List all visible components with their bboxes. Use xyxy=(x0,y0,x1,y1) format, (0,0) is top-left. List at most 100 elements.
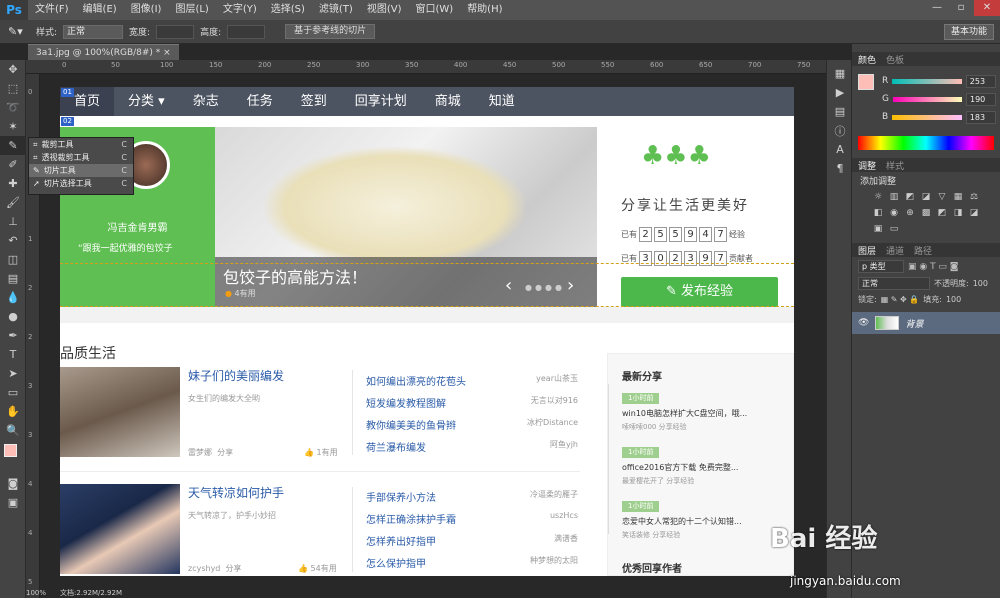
slice-tool-icon[interactable]: ✎▾ xyxy=(8,25,30,38)
gradient-map-icon[interactable]: ▭ xyxy=(888,223,900,235)
article-image[interactable] xyxy=(60,484,180,574)
foreground-color-swatch[interactable] xyxy=(4,444,17,457)
blur-tool-icon[interactable]: 💧 xyxy=(0,288,26,307)
related-link[interactable]: 荷兰瀑布编发 阿鱼yjh xyxy=(366,439,578,461)
minimize-button[interactable]: — xyxy=(926,0,948,16)
menu-window[interactable]: 窗口(W) xyxy=(408,0,460,20)
hero-image[interactable]: 包饺子的高能方法！ ● 4有用 ‹ ●●●● › xyxy=(215,127,597,307)
horizontal-ruler[interactable]: 0 50 100 150 200 250 300 350 400 450 500 550 600 650 7… xyxy=(26,60,826,74)
tab-styles[interactable]: 样式 xyxy=(886,159,904,172)
nav-magazine[interactable]: 杂志 xyxy=(179,87,233,116)
nav-task[interactable]: 任务 xyxy=(233,87,287,116)
slider-g[interactable]: G 190 xyxy=(878,90,996,108)
move-tool-icon[interactable]: ✥ xyxy=(0,60,26,79)
channel-value[interactable]: 183 xyxy=(965,110,996,124)
magic-wand-tool-icon[interactable]: ✶ xyxy=(0,117,26,136)
latest-item[interactable]: 1小时前 office2016官方下载 免费完整... 最爱樱花开了 分享经验 xyxy=(622,446,787,486)
properties-panel-icon[interactable]: ▤ xyxy=(827,102,853,121)
fill-value[interactable]: 100 xyxy=(946,295,961,304)
stamp-tool-icon[interactable]: ⊥ xyxy=(0,212,26,231)
character-panel-icon[interactable]: A xyxy=(827,140,853,159)
history-panel-icon[interactable]: ▦ xyxy=(827,64,853,83)
link-title[interactable]: 如何编出漂亮的花苞头 xyxy=(366,373,466,395)
info-panel-icon[interactable]: ⓘ xyxy=(827,121,853,140)
actions-panel-icon[interactable]: ▶ xyxy=(827,83,853,102)
related-link[interactable]: 教你编美美的鱼骨辫 冰柠Distance xyxy=(366,417,578,439)
latest-item-title[interactable]: office2016官方下载 免费完整... xyxy=(622,462,787,473)
related-link[interactable]: 怎样养出好指甲 满谱香 xyxy=(366,533,578,555)
width-input[interactable] xyxy=(156,24,195,39)
layer-row[interactable]: 👁 背景 xyxy=(852,312,1000,334)
slice-tool-icon[interactable]: ✎ xyxy=(0,136,26,155)
document-tab[interactable]: 3a1.jpg @ 100%(RGB/8#) * × xyxy=(28,44,179,60)
link-title[interactable]: 怎样正确涂抹护手霜 xyxy=(366,511,456,533)
healing-tool-icon[interactable]: ✚ xyxy=(0,174,26,193)
vibrance-icon[interactable]: ▽ xyxy=(936,191,948,203)
slider-track[interactable] xyxy=(892,114,962,120)
flyout-crop-tool[interactable]: ⌗ 裁剪工具 C xyxy=(29,138,133,151)
next-arrow-icon[interactable]: › xyxy=(567,275,574,296)
visibility-eye-icon[interactable]: 👁 xyxy=(858,318,869,328)
color-spectrum[interactable] xyxy=(858,136,994,150)
nav-mall[interactable]: 商城 xyxy=(421,87,475,116)
latest-item[interactable]: 1小时前 恋爱中女人常犯的十二个认知错... 笑话装修 分享经验 xyxy=(622,500,787,540)
related-link[interactable]: 如何编出漂亮的花苞头 year山茶玉 xyxy=(366,373,578,395)
invert-icon[interactable]: ◩ xyxy=(936,207,948,219)
tab-swatches[interactable]: 色板 xyxy=(886,53,904,66)
link-title[interactable]: 短发编发教程图解 xyxy=(366,395,446,417)
flyout-slice-select-tool[interactable]: ➚ 切片选择工具 C xyxy=(29,177,133,190)
eraser-tool-icon[interactable]: ◫ xyxy=(0,250,26,269)
link-title[interactable]: 手部保养小方法 xyxy=(366,489,436,511)
carousel-dots[interactable]: ●●●● xyxy=(525,283,565,292)
zoom-tool-icon[interactable]: 🔍 xyxy=(0,421,26,440)
nav-zhidao[interactable]: 知道 xyxy=(475,87,529,116)
hero-title[interactable]: 包饺子的高能方法！ xyxy=(223,264,367,288)
lock-icons[interactable]: ▦ ✎ ✥ 🔒 xyxy=(881,295,920,304)
zoom-level[interactable]: 100% xyxy=(26,588,46,598)
color-swatches[interactable] xyxy=(0,440,25,474)
link-title[interactable]: 怎样养出好指甲 xyxy=(366,533,436,555)
marquee-tool-icon[interactable]: ⬚ xyxy=(0,79,26,98)
hue-icon[interactable]: ▦ xyxy=(952,191,964,203)
close-button[interactable]: ✕ xyxy=(974,0,1000,16)
menu-file[interactable]: 文件(F) xyxy=(28,0,76,20)
quick-mask-icon[interactable]: ◙ xyxy=(0,474,26,493)
gradient-tool-icon[interactable]: ▤ xyxy=(0,269,26,288)
blend-mode-select[interactable]: 正常 xyxy=(858,277,930,290)
curves-icon[interactable]: ◩ xyxy=(904,191,916,203)
screen-mode-icon[interactable]: ▣ xyxy=(0,493,26,512)
dodge-tool-icon[interactable]: ● xyxy=(0,307,26,326)
threshold-icon[interactable]: ◪ xyxy=(968,207,980,219)
flyout-slice-tool[interactable]: ✎ 切片工具 C xyxy=(29,164,133,177)
levels-icon[interactable]: ▥ xyxy=(888,191,900,203)
latest-item-title[interactable]: 恋爱中女人常犯的十二个认知错... xyxy=(622,516,787,527)
related-link[interactable]: 短发编发教程图解 无言以对916 xyxy=(366,395,578,417)
slices-from-guides-button[interactable]: 基于参考线的切片 xyxy=(285,24,376,39)
nav-checkin[interactable]: 签到 xyxy=(287,87,341,116)
slider-track[interactable] xyxy=(892,96,962,102)
menu-edit[interactable]: 编辑(E) xyxy=(76,0,124,20)
filter-icons[interactable]: ▣ ◉ T ▭ ◙ xyxy=(908,262,959,272)
tab-adjustments[interactable]: 调整 xyxy=(858,159,876,172)
height-input[interactable] xyxy=(227,24,266,39)
article-title[interactable]: 妹子们的美丽编发 xyxy=(188,367,284,384)
related-link[interactable]: 手部保养小方法 冷逼柔的雁子 xyxy=(366,489,578,511)
bw-icon[interactable]: ◧ xyxy=(872,207,884,219)
latest-item[interactable]: 1小时前 win10电脑怎样扩大C盘空间，哦... 嗦嗦嗦000 分享经验 xyxy=(622,392,787,432)
shape-tool-icon[interactable]: ▭ xyxy=(0,383,26,402)
mixer-icon[interactable]: ⊕ xyxy=(904,207,916,219)
style-select[interactable]: 正常 xyxy=(63,24,124,39)
menu-layer[interactable]: 图层(L) xyxy=(168,0,215,20)
slider-r[interactable]: R 253 xyxy=(878,72,996,90)
workspace-select[interactable]: 基本功能 xyxy=(943,24,994,40)
maximize-button[interactable]: ▫ xyxy=(950,0,972,16)
link-title[interactable]: 荷兰瀑布编发 xyxy=(366,439,426,461)
brush-tool-icon[interactable]: 🖌 xyxy=(0,193,26,212)
balance-icon[interactable]: ⚖ xyxy=(968,191,980,203)
tab-paths[interactable]: 路径 xyxy=(914,244,932,257)
foreground-color-swatch[interactable] xyxy=(858,74,874,90)
author-name[interactable]: 雷梦娜 xyxy=(188,448,212,457)
link-title[interactable]: 教你编美美的鱼骨辫 xyxy=(366,417,456,439)
menu-view[interactable]: 视图(V) xyxy=(360,0,409,20)
paragraph-panel-icon[interactable]: ¶ xyxy=(827,159,853,178)
